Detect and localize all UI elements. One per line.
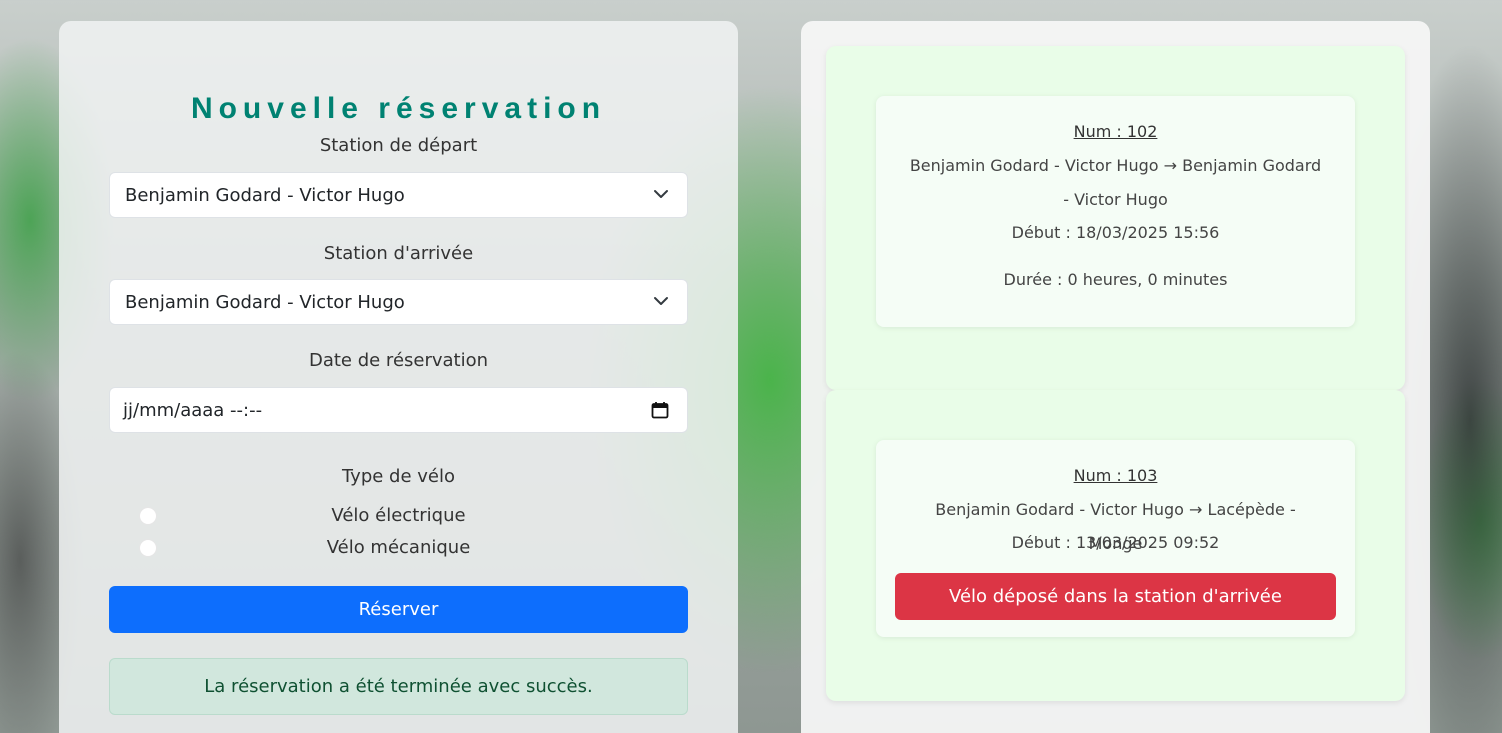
date-input[interactable]: jj/mm/aaaa --:--: [109, 387, 688, 433]
reservation-start: Début : 18/03/2025 15:56: [1011, 223, 1220, 242]
reservation-number: Num : 103: [1073, 466, 1158, 485]
reservation-card: Num : 102 Benjamin Godard - Victor Hugo …: [876, 96, 1355, 327]
radio-electric-label: Vélo électrique: [331, 505, 466, 526]
departure-select-value: Benjamin Godard - Victor Hugo: [125, 184, 405, 206]
reservations-panel: Num : 102 Benjamin Godard - Victor Hugo …: [801, 21, 1430, 733]
success-message: La réservation a été terminée avec succè…: [204, 676, 593, 697]
reservation-start: Début : 13/03/2025 09:52: [1011, 533, 1220, 552]
reservation-number: Num : 102: [1073, 122, 1158, 141]
reservation-card: Num : 103 Benjamin Godard - Victor Hugo …: [876, 440, 1355, 637]
form-title: Nouvelle réservation: [190, 92, 607, 125]
reservation-item: Num : 102 Benjamin Godard - Victor Hugo …: [826, 46, 1405, 390]
arrival-select[interactable]: Benjamin Godard - Victor Hugo: [109, 279, 688, 325]
new-reservation-panel: Nouvelle réservation Station de départ B…: [59, 21, 738, 733]
arrival-select-value: Benjamin Godard - Victor Hugo: [125, 291, 405, 313]
date-label: Date de réservation: [308, 350, 489, 371]
radio-mechanical-label: Vélo mécanique: [326, 537, 471, 558]
departure-select[interactable]: Benjamin Godard - Victor Hugo: [109, 172, 688, 218]
departure-label: Station de départ: [319, 135, 478, 156]
reservation-item: Num : 103 Benjamin Godard - Victor Hugo …: [826, 390, 1405, 701]
arrival-label: Station d'arrivée: [323, 243, 474, 264]
reservation-duration: Durée : 0 heures, 0 minutes: [1003, 270, 1228, 289]
chevron-down-icon: [654, 297, 668, 305]
bike-type-label: Type de vélo: [341, 466, 456, 487]
reserve-button[interactable]: Réserver: [109, 586, 688, 633]
reservation-route: Benjamin Godard - Victor Hugo → Benjamin…: [909, 156, 1322, 209]
date-input-placeholder: jj/mm/aaaa --:--: [123, 399, 263, 421]
success-alert: La réservation a été terminée avec succè…: [109, 658, 688, 715]
calendar-icon[interactable]: [651, 401, 669, 419]
chevron-down-icon: [654, 190, 668, 198]
bike-dropped-button[interactable]: Vélo déposé dans la station d'arrivée: [895, 573, 1336, 620]
